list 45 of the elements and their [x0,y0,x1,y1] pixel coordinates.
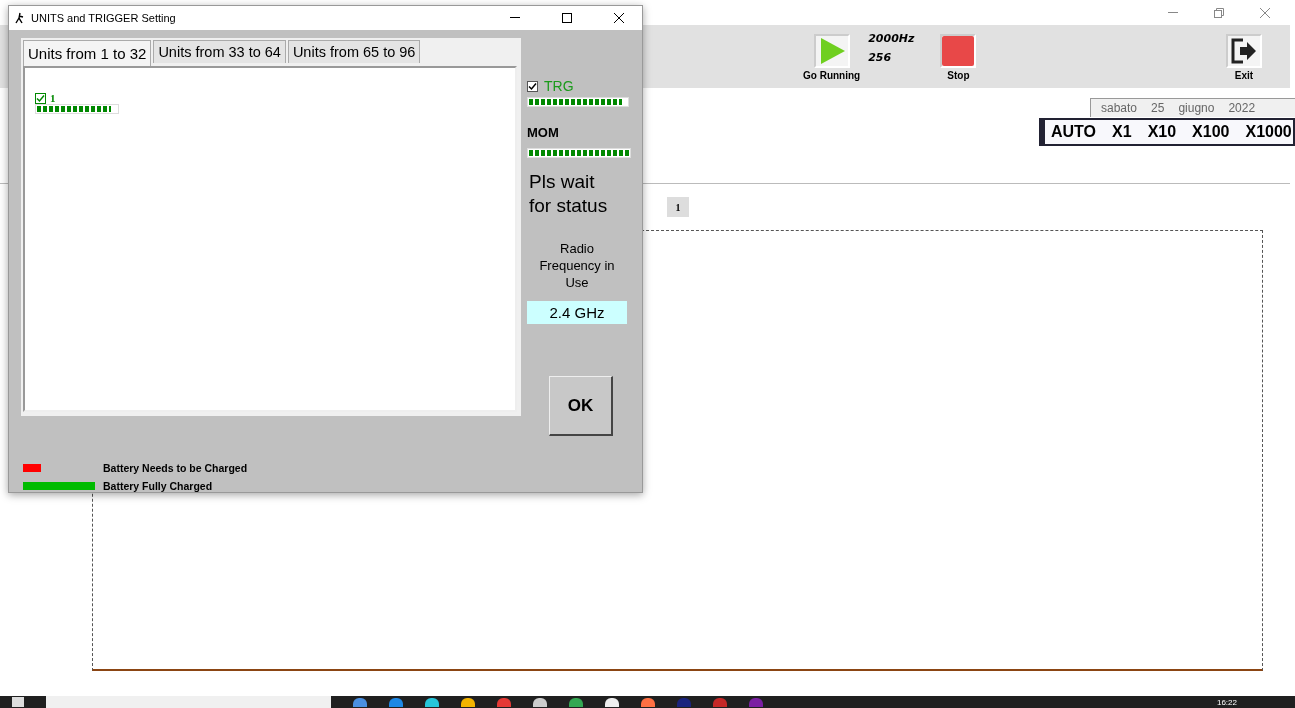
go-running-button[interactable]: Go Running [803,34,861,81]
search-field[interactable] [46,696,331,708]
units-tab[interactable]: Units from 1 to 32 [23,40,152,66]
date-part: 25 [1151,101,1165,115]
close-icon[interactable] [614,13,624,23]
channel-tab[interactable]: 1 [667,197,689,217]
scale-option[interactable]: X1 [1112,123,1132,141]
units-tab[interactable]: Units from 65 to 96 [287,40,421,63]
dialog-title: UNITS and TRIGGER Setting [31,12,177,24]
taskbar-app-icon[interactable] [605,697,619,707]
unit-number: 1 [50,92,56,104]
taskbar-app-icon[interactable] [641,697,655,707]
date-part: sabato [1101,101,1138,115]
stop-icon [942,36,975,66]
legend-label: Battery Needs to be Charged [103,462,248,474]
legend-label: Battery Fully Charged [103,480,214,492]
start-icon [12,697,24,707]
units-tab[interactable]: Units from 33 to 64 [153,40,286,63]
minimize-icon[interactable] [510,17,520,19]
radio-frequency-label: Radio Frequency in Use [538,240,616,291]
trigger-label: TRG [544,78,574,94]
clock: 16:22 [1216,697,1237,707]
scale-selector[interactable]: AUTO X1 X10 X100 X1000 [1039,118,1295,146]
maximize-icon[interactable] [562,13,572,23]
status-message: Pls wait for status [529,170,609,218]
exit-icon [1229,36,1259,66]
date-part: giugno [1178,101,1215,115]
unit-checkbox[interactable] [35,92,46,104]
scale-option[interactable]: X100 [1192,123,1230,141]
taskbar-app-icon[interactable] [461,697,475,707]
taskbar-app-icon[interactable] [533,697,547,707]
sample-count: 256 [868,51,893,64]
frequency-value: 2.4 GHz [527,301,627,324]
restore-icon[interactable] [1214,7,1224,18]
sample-rate: 2000Hz [868,32,915,45]
mom-label: MOM [527,125,560,140]
ok-button[interactable]: OK [549,376,613,436]
scale-option[interactable]: X1000 [1245,123,1292,141]
scale-option[interactable]: AUTO [1051,123,1097,141]
trigger-checkbox[interactable] [527,80,538,92]
taskbar-app-icon[interactable] [425,697,439,707]
date-field[interactable]: sabato 25 giugno 2022 [1090,98,1295,117]
runner-icon [15,12,25,24]
date-part: 2022 [1228,101,1256,115]
scale-option[interactable]: X10 [1147,123,1177,141]
